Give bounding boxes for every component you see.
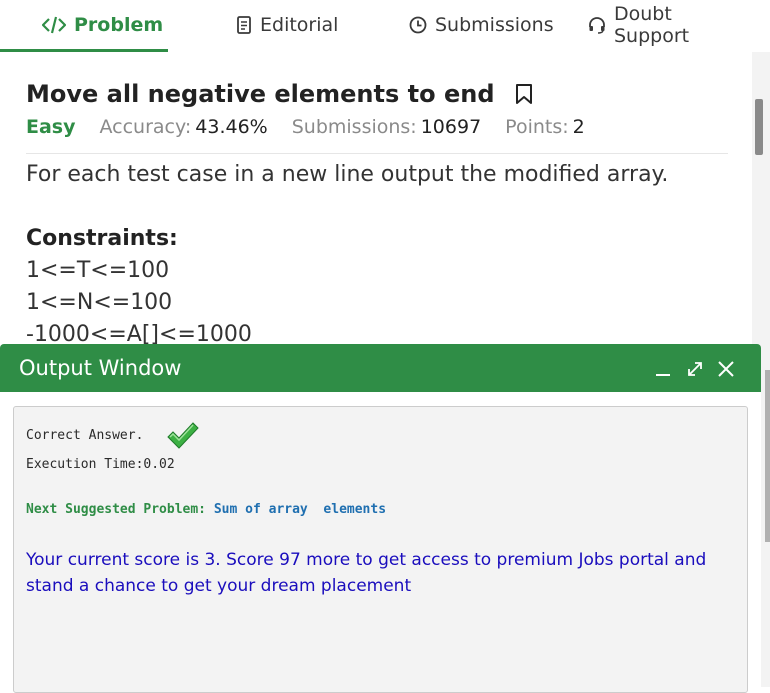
expand-icon[interactable]: [684, 358, 706, 380]
accuracy-value: 43.46%: [195, 116, 268, 138]
tab-problem-label: Problem: [74, 14, 164, 36]
tab-editorial-label: Editorial: [260, 14, 339, 36]
close-icon[interactable]: [715, 358, 737, 380]
next-suggested-problem: Next Suggested Problem: Sum of array ele…: [26, 502, 386, 517]
output-window-header: Output Window: [0, 344, 761, 392]
tab-editorial[interactable]: Editorial: [236, 0, 338, 50]
output-panel: Correct Answer. Execution Time:0.02 Next…: [13, 406, 748, 693]
output-window-title: Output Window: [19, 356, 182, 380]
score-message: Your current score is 3. Score 97 more t…: [26, 550, 707, 596]
tab-doubt-support-label: Doubt Support: [614, 3, 690, 47]
points-value: 2: [572, 116, 585, 138]
output-description: For each test case in a new line output …: [26, 162, 669, 187]
divider: [26, 153, 728, 154]
scrollbar-thumb-secondary[interactable]: [765, 370, 770, 542]
accuracy-label: Accuracy:: [99, 116, 192, 138]
submissions-label: Submissions:: [291, 116, 417, 138]
code-icon: [42, 16, 66, 34]
tab-submissions-label: Submissions: [435, 14, 554, 36]
submissions-value: 10697: [420, 116, 482, 138]
points-label: Points:: [505, 116, 569, 138]
problem-meta: Easy Accuracy: 43.46% Submissions: 10697…: [26, 116, 609, 138]
problem-content: Move all negative elements to end Easy A…: [0, 52, 752, 344]
document-icon: [236, 16, 252, 34]
headset-icon: [588, 16, 606, 34]
tab-problem[interactable]: Problem: [42, 0, 163, 50]
constraints-title: Constraints:: [26, 226, 178, 251]
minimize-icon[interactable]: [652, 358, 674, 380]
bookmark-icon[interactable]: [515, 83, 533, 105]
title-row: Move all negative elements to end: [26, 80, 533, 108]
constraint-line: -1000<=A[]<=1000: [26, 322, 252, 344]
clock-icon: [409, 16, 427, 34]
tab-doubt-support[interactable]: Doubt Support: [588, 0, 752, 50]
constraint-line: 1<=N<=100: [26, 290, 173, 315]
execution-time: Execution Time:0.02: [26, 457, 175, 472]
result-text: Correct Answer.: [26, 428, 144, 443]
constraint-line: 1<=T<=100: [26, 258, 170, 283]
scrollbar-thumb[interactable]: [755, 99, 763, 155]
tab-submissions[interactable]: Submissions: [409, 0, 554, 50]
tab-bar: Problem Editorial Submissions Doubt Supp…: [0, 0, 752, 53]
next-problem-label: Next Suggested Problem:: [26, 502, 214, 517]
checkmark-icon: [166, 421, 200, 455]
problem-title: Move all negative elements to end: [26, 80, 495, 108]
next-problem-link[interactable]: Sum of array elements: [214, 502, 386, 517]
difficulty-badge: Easy: [26, 116, 76, 138]
